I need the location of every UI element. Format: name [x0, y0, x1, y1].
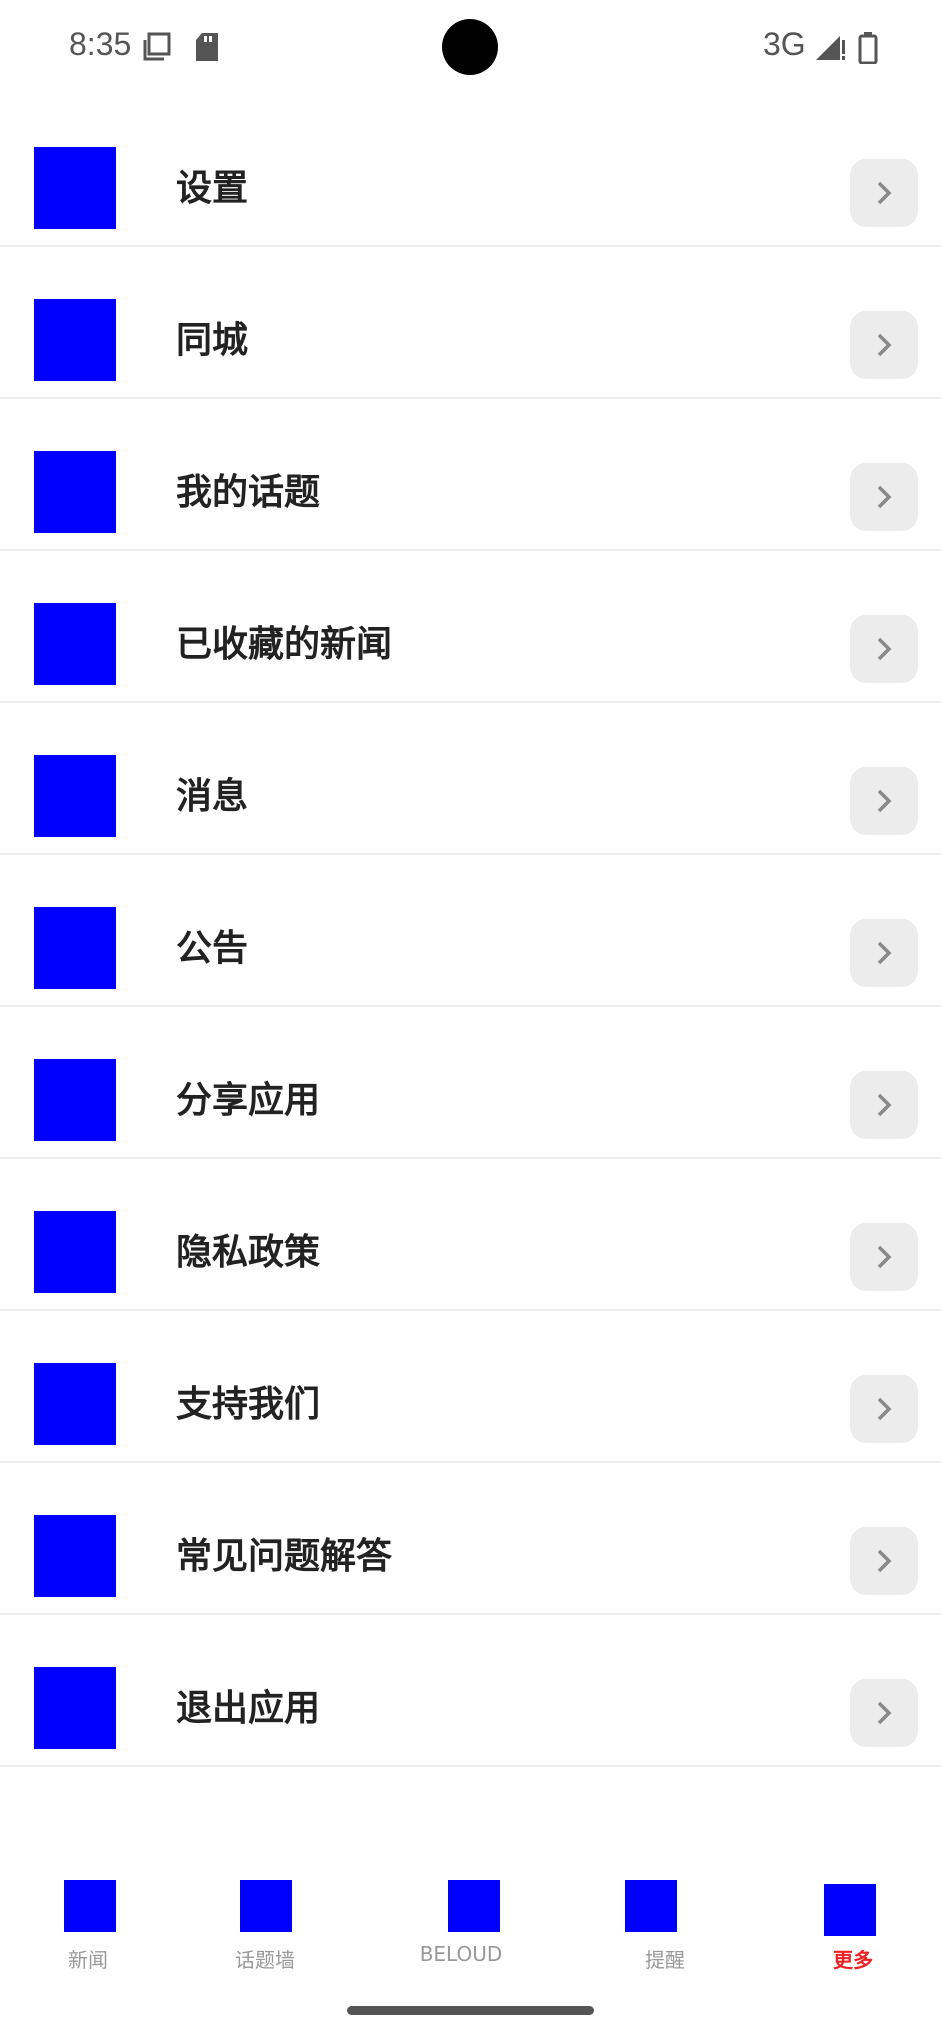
- tab-label: 话题墙: [235, 1948, 295, 1972]
- messages-icon: [34, 755, 116, 837]
- menu-item-label: 隐私政策: [176, 1232, 321, 1273]
- screenshot-icon: [142, 32, 172, 66]
- news-icon: [64, 1880, 116, 1932]
- signal-icon: [814, 32, 846, 66]
- menu-item-label: 支持我们: [176, 1384, 321, 1425]
- topic-wall-icon: [240, 1880, 292, 1932]
- tab-label: BELOUD: [419, 1942, 503, 1966]
- battery-icon: [858, 32, 878, 68]
- chevron-right-icon[interactable]: [850, 463, 918, 531]
- menu-item-my-topics[interactable]: 我的话题: [0, 399, 941, 551]
- exit-icon: [34, 1667, 116, 1749]
- beloud-icon: [448, 1880, 500, 1932]
- privacy-icon: [34, 1211, 116, 1293]
- faq-icon: [34, 1515, 116, 1597]
- menu-item-label: 已收藏的新闻: [176, 624, 393, 665]
- chevron-right-icon[interactable]: [850, 919, 918, 987]
- sd-card-icon: [194, 32, 220, 66]
- tab-news[interactable]: 新闻: [28, 1860, 148, 1972]
- tab-label: 提醒: [645, 1948, 685, 1972]
- chevron-right-icon[interactable]: [850, 1223, 918, 1291]
- chevron-right-icon[interactable]: [850, 159, 918, 227]
- camera-cutout: [442, 19, 498, 75]
- menu-item-messages[interactable]: 消息: [0, 703, 941, 855]
- chevron-right-icon[interactable]: [850, 767, 918, 835]
- reminder-icon: [625, 1880, 677, 1932]
- menu-item-support-us[interactable]: 支持我们: [0, 1311, 941, 1463]
- tab-reminders[interactable]: 提醒: [605, 1860, 725, 1972]
- announcement-icon: [34, 907, 116, 989]
- menu-item-announcements[interactable]: 公告: [0, 855, 941, 1007]
- status-time: 8:35: [69, 26, 132, 62]
- chevron-right-icon[interactable]: [850, 1375, 918, 1443]
- tab-topic-wall[interactable]: 话题墙: [205, 1860, 325, 1972]
- more-icon: [824, 1884, 876, 1936]
- tab-beloud[interactable]: BELOUD: [401, 1860, 521, 1970]
- menu-item-label: 公告: [176, 928, 249, 969]
- more-menu-list: 设置 同城 我的话题 已收藏的新闻 消息 公告 分享应用 隐私政策 支持我们 常…: [0, 95, 941, 1767]
- chevron-right-icon[interactable]: [850, 615, 918, 683]
- my-topics-icon: [34, 451, 116, 533]
- status-bar: 8:35 3G: [0, 0, 941, 95]
- menu-item-label: 分享应用: [176, 1080, 321, 1121]
- saved-news-icon: [34, 603, 116, 685]
- chevron-right-icon[interactable]: [850, 1071, 918, 1139]
- menu-item-label: 同城: [176, 320, 249, 361]
- support-icon: [34, 1363, 116, 1445]
- menu-item-saved-news[interactable]: 已收藏的新闻: [0, 551, 941, 703]
- menu-item-city[interactable]: 同城: [0, 247, 941, 399]
- menu-item-label: 我的话题: [176, 472, 321, 513]
- chevron-right-icon[interactable]: [850, 1527, 918, 1595]
- tab-label: 更多: [833, 1948, 873, 1972]
- menu-item-label: 退出应用: [176, 1688, 321, 1729]
- menu-item-faq[interactable]: 常见问题解答: [0, 1463, 941, 1615]
- network-type: 3G: [763, 26, 806, 62]
- menu-item-settings[interactable]: 设置: [0, 95, 941, 247]
- chevron-right-icon[interactable]: [850, 1679, 918, 1747]
- bottom-navigation: 新闻 话题墙 BELOUD 提醒 更多: [0, 1860, 941, 1990]
- tab-label: 新闻: [68, 1948, 108, 1972]
- chevron-right-icon[interactable]: [850, 311, 918, 379]
- menu-item-share-app[interactable]: 分享应用: [0, 1007, 941, 1159]
- home-indicator[interactable]: [347, 2006, 594, 2015]
- menu-item-privacy-policy[interactable]: 隐私政策: [0, 1159, 941, 1311]
- share-icon: [34, 1059, 116, 1141]
- city-icon: [34, 299, 116, 381]
- tab-more[interactable]: 更多: [793, 1860, 913, 1972]
- menu-item-exit-app[interactable]: 退出应用: [0, 1615, 941, 1767]
- menu-item-label: 常见问题解答: [176, 1536, 393, 1577]
- settings-icon: [34, 147, 116, 229]
- menu-item-label: 消息: [176, 776, 249, 817]
- menu-item-label: 设置: [176, 168, 249, 209]
